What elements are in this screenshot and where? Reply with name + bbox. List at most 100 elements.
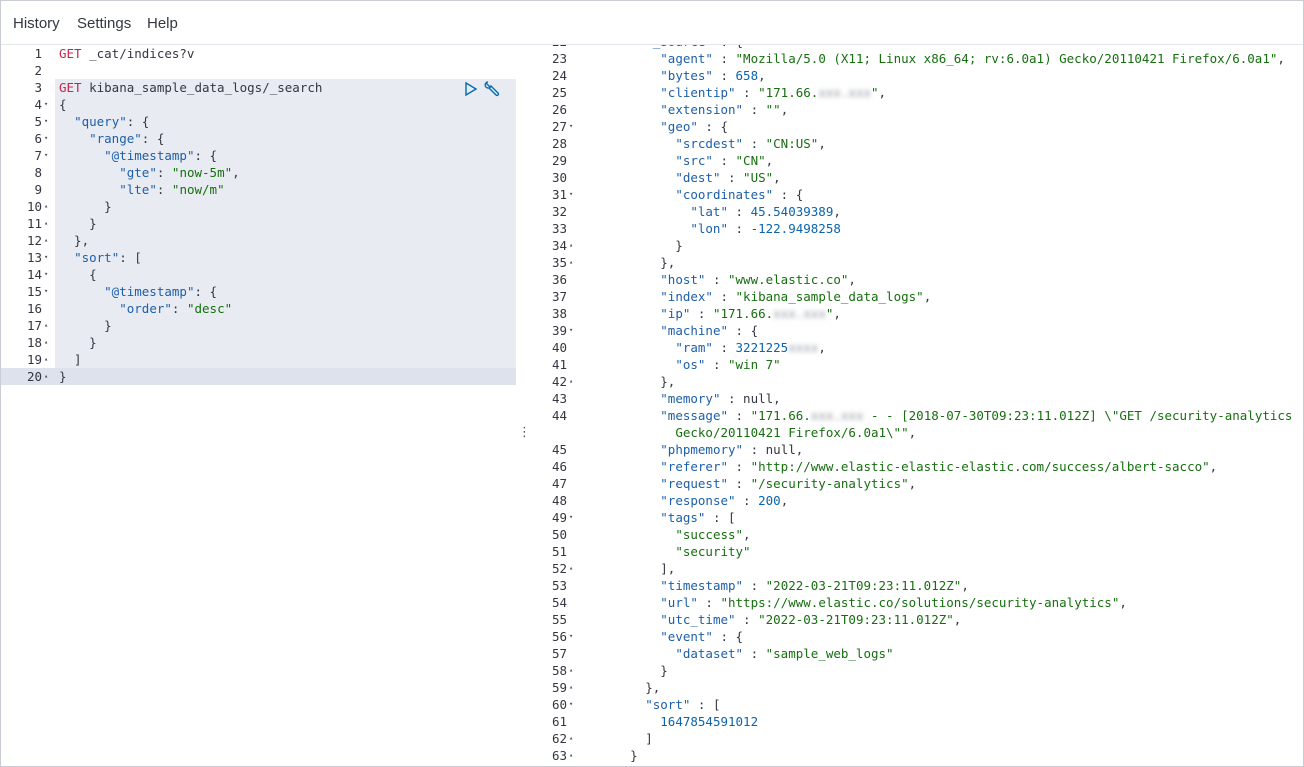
token: : { [773,187,804,202]
fold-close-icon[interactable]: ▴ [44,198,48,215]
menu-settings[interactable]: Settings [77,15,131,32]
line-number: 27 [551,119,567,134]
token: "tags" [660,510,706,525]
fold-close-icon[interactable]: ▴ [569,373,573,390]
fold-close-icon[interactable]: ▴ [569,560,573,577]
request-line: 18 ▴ } [1,334,516,351]
request-line: 19 ▴ ] [1,351,516,368]
code-text: "lon" : -122.9498258 [585,220,841,237]
token: "Mozilla/5.0 (X11; Linux x86_64; rv:6.0a… [735,51,1278,66]
token: ] [59,352,82,367]
code-text: "gte": "now-5m", [59,164,239,181]
response-line: 35 ▴ }, [531,254,1303,271]
code-text: GET kibana_sample_data_logs/_search [59,79,322,96]
fold-close-icon[interactable]: ▴ [44,317,48,334]
request-line: 17 ▴ } [1,317,516,334]
request-line: 5 ▾ "query": { [1,113,516,130]
fold-open-icon[interactable]: ▾ [569,628,573,645]
token: : [712,51,736,66]
fold-close-icon[interactable]: ▴ [569,679,573,696]
token: "@timestamp" [104,284,195,299]
token: : [712,289,736,304]
fold-close-icon[interactable]: ▴ [569,254,573,271]
token: - - [2018-07-30T09:23:11.012Z] \"GET /se… [863,408,1293,423]
code-text: "request" : "/security-analytics", [585,475,916,492]
response-viewer[interactable]: 22▾ "_source" : {23 "agent" : "Mozilla/5… [531,45,1303,766]
line-number: 55 [551,612,567,627]
token: : [735,85,759,100]
fold-close-icon[interactable]: ▴ [569,237,573,254]
line-number: 57 [551,646,567,661]
request-line: 7 ▾ "@timestamp": { [1,147,516,164]
request-line: 13 ▾ "sort": [ [1,249,516,266]
token: "clientip" [660,85,736,100]
menu-history[interactable]: History [13,15,60,32]
fold-open-icon[interactable]: ▾ [569,509,573,526]
fold-open-icon[interactable]: ▾ [44,249,48,266]
fold-close-icon[interactable]: ▴ [44,368,48,385]
token: 658 [735,68,759,83]
token: , [780,102,789,117]
play-icon[interactable] [464,82,478,96]
token: "machine" [660,323,728,338]
token: "2022-03-21T09:23:11.012Z" [758,612,954,627]
line-number: 8 [34,165,42,180]
token: "response" [660,493,736,508]
fold-open-icon[interactable]: ▾ [569,322,573,339]
code-text: "clientip" : "171.66.xxx.xxx", [585,84,886,101]
response-line: 29 "src" : "CN", [531,152,1303,169]
line-number: 62 [551,731,567,746]
fold-open-icon[interactable]: ▾ [569,186,573,203]
request-editor[interactable]: 1 GET _cat/indices?v 2 3 GET kibana_sample_d… [1,45,516,766]
fold-open-icon[interactable]: ▾ [44,266,48,283]
token: "host" [660,272,706,287]
token: "coordinates" [675,187,774,202]
fold-close-icon[interactable]: ▴ [569,747,573,764]
code-text: GET _cat/indices?v [59,45,194,62]
menu-bar: History Settings Help [1,1,1303,45]
fold-open-icon[interactable]: ▾ [44,96,48,113]
fold-open-icon[interactable]: ▾ [44,283,48,300]
token: "171.66. [712,306,774,321]
fold-close-icon[interactable]: ▴ [569,730,573,747]
line-number: 24 [551,68,567,83]
fold-close-icon[interactable]: ▴ [44,334,48,351]
token: : { [728,323,759,338]
request-line: 15 ▾ "@timestamp": { [1,283,516,300]
redacted-text: xxx.xxx [810,408,864,423]
menu-help[interactable]: Help [147,15,178,32]
fold-close-icon[interactable]: ▴ [44,215,48,232]
resize-handle-icon[interactable]: ⋮ [518,425,531,440]
fold-open-icon[interactable]: ▾ [44,130,48,147]
token: "extension" [660,102,744,117]
fold-close-icon[interactable]: ▴ [44,351,48,368]
wrench-icon[interactable] [483,80,501,98]
fold-open-icon[interactable]: ▾ [44,147,48,164]
token: "success" [675,527,744,542]
token: "query" [74,114,127,129]
token: { [59,267,97,282]
line-number: 19 [26,352,42,367]
code-text: "lte": "now/m" [59,181,224,198]
fold-open-icon[interactable]: ▾ [569,118,573,135]
fold-open-icon[interactable]: ▾ [569,696,573,713]
fold-close-icon[interactable]: ▴ [44,232,48,249]
fold-close-icon[interactable]: ▴ [569,662,573,679]
code-text: "coordinates" : { [585,186,803,203]
line-number: 61 [551,714,567,729]
response-line: 34 ▴ } [531,237,1303,254]
line-number: 51 [551,544,567,559]
token: : [705,357,728,372]
token: 200 [758,493,781,508]
token: : [171,301,187,316]
line-number: 50 [551,527,567,542]
fold-open-icon[interactable]: ▾ [44,113,48,130]
